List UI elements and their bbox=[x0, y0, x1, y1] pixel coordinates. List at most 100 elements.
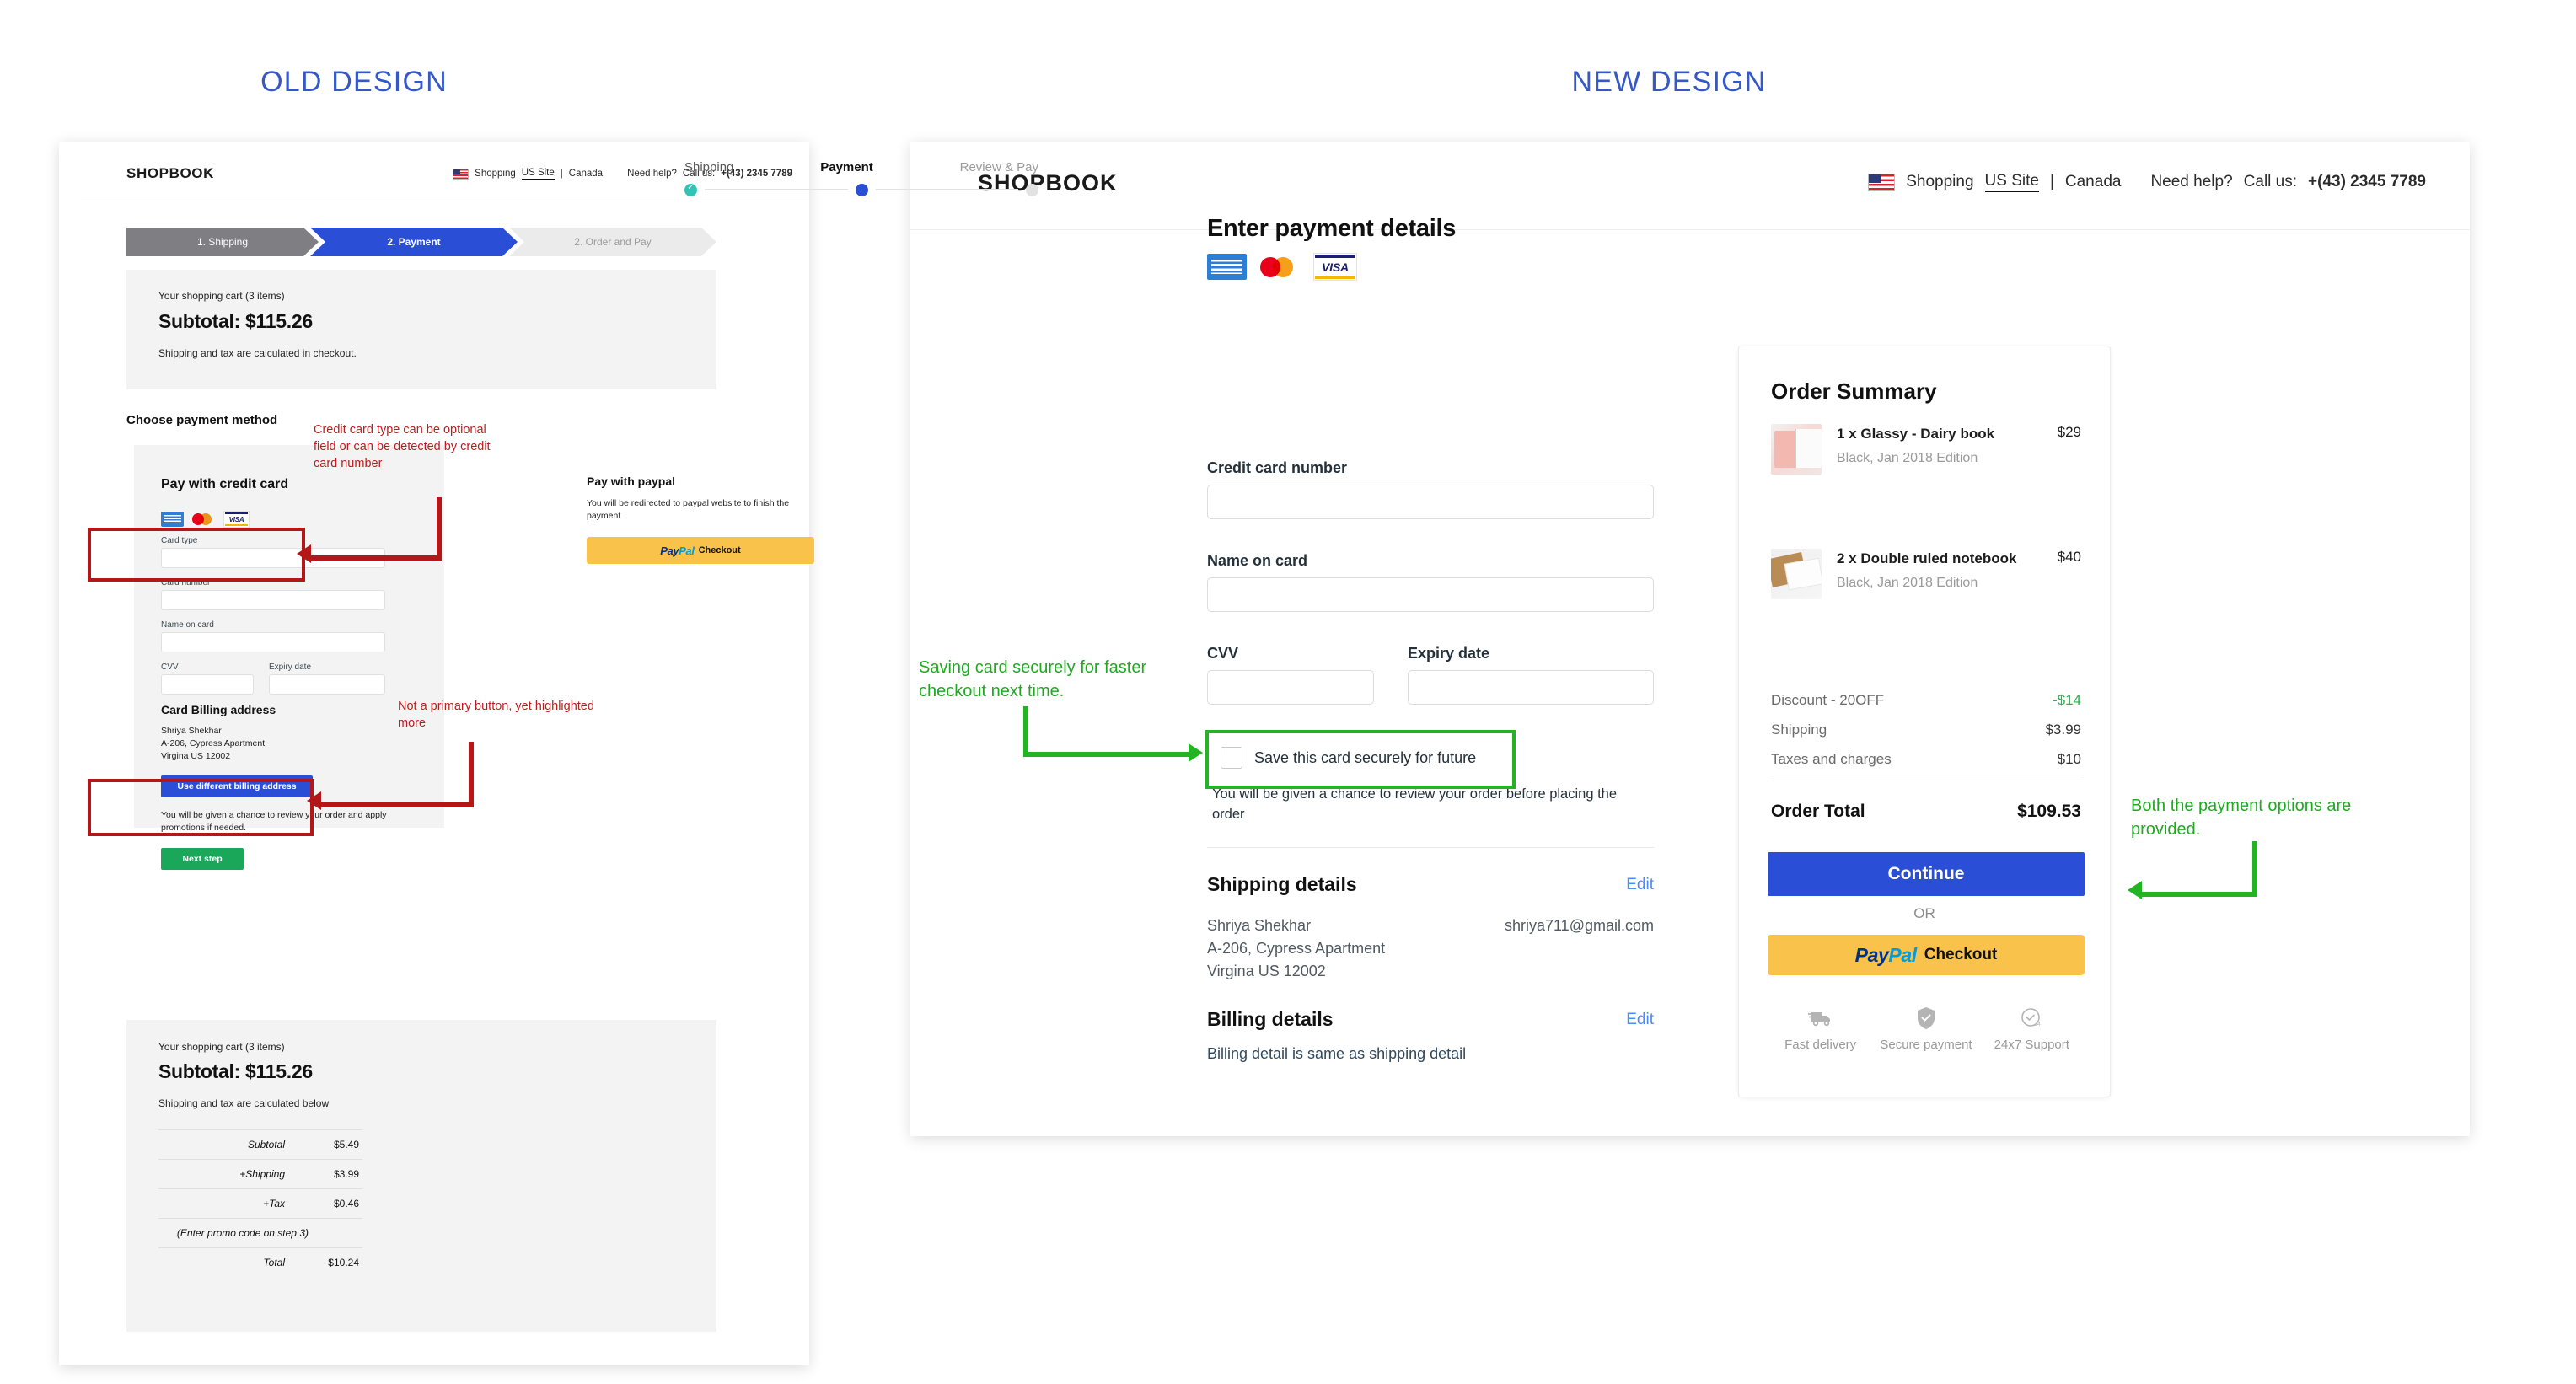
divider bbox=[1207, 847, 1654, 848]
row-value: $0.46 bbox=[333, 1198, 359, 1210]
canada-link[interactable]: Canada bbox=[2065, 173, 2122, 191]
input-cvv[interactable] bbox=[1207, 670, 1374, 705]
enter-payment-details-heading: Enter payment details bbox=[1207, 215, 1457, 242]
visa-icon: VISA bbox=[1313, 253, 1357, 281]
row-value: $10.24 bbox=[328, 1257, 359, 1269]
new-browser-window: SHOPBOOK Shopping US Site | Canada Need … bbox=[910, 142, 2470, 1136]
accepted-cards: VISA bbox=[161, 511, 250, 528]
field-expiry-date: Expiry date bbox=[1408, 645, 1654, 705]
paypal-button-label: Checkout bbox=[1924, 946, 1998, 963]
input-name-on-card[interactable] bbox=[1207, 577, 1654, 612]
visa-icon: VISA bbox=[223, 511, 250, 528]
billing-address-line: A-206, Cypress Apartment bbox=[161, 738, 266, 748]
pay-with-paypal-heading: Pay with paypal bbox=[587, 475, 676, 488]
field-cvv: CVV bbox=[1207, 645, 1374, 705]
product-name: 1 x Glassy - Dairy book bbox=[1837, 426, 1995, 442]
list-item: 1 x Glassy - Dairy book Black, Jan 2018 … bbox=[1771, 424, 2081, 475]
table-row: +Shipping $3.99 bbox=[158, 1159, 362, 1188]
step-order-and-pay[interactable]: 2. Order and Pay bbox=[509, 228, 716, 256]
input-card-number[interactable] bbox=[161, 590, 385, 610]
input-credit-card-number[interactable] bbox=[1207, 485, 1654, 519]
summary-key: Shipping bbox=[1771, 722, 1827, 738]
card-billing-address-heading: Card Billing address bbox=[161, 703, 276, 716]
step-payment[interactable]: 2. Payment bbox=[310, 228, 518, 256]
step-dot-review[interactable] bbox=[1026, 183, 1038, 196]
paypal-checkout-button[interactable]: PayPal Checkout bbox=[1768, 935, 2085, 975]
field-name-on-card: Name on card bbox=[1207, 552, 1654, 612]
annotation-payment-options-text: Both the payment options are provided. bbox=[2131, 797, 2352, 839]
annotation-save-card-text: Saving card securely for faster checkout… bbox=[919, 658, 1147, 700]
shopping-label: Shopping bbox=[1906, 173, 1974, 190]
next-step-button[interactable]: Next step bbox=[161, 848, 244, 870]
summary-row: Discount - 20OFF -$14 bbox=[1771, 692, 2081, 709]
step-label-shipping[interactable]: Shipping bbox=[684, 160, 733, 174]
step-label-payment[interactable]: Payment bbox=[820, 160, 873, 174]
nav-divider: | bbox=[560, 169, 563, 179]
edit-billing-link[interactable]: Edit bbox=[1626, 1011, 1654, 1029]
shipping-address-line: Shriya Shekhar bbox=[1207, 917, 1312, 934]
old-page-body: SHOPBOOK Shopping US Site | Canada Need … bbox=[81, 142, 814, 1365]
input-expiry-date[interactable] bbox=[269, 674, 385, 695]
shopping-label: Shopping bbox=[475, 169, 516, 179]
step-dot-payment[interactable] bbox=[855, 183, 868, 196]
order-total-label: Order Total bbox=[1771, 802, 1865, 821]
paypal-button-label: Checkout bbox=[698, 545, 741, 555]
annotation-arrow-shaft bbox=[309, 555, 440, 561]
edit-shipping-link[interactable]: Edit bbox=[1626, 876, 1654, 894]
old-design-title: OLD DESIGN bbox=[260, 66, 448, 98]
summary-value: -$14 bbox=[2052, 692, 2081, 708]
step-dot-shipping[interactable] bbox=[684, 183, 697, 196]
paypal-checkout-button[interactable]: PayPal Checkout bbox=[587, 537, 814, 564]
need-help-link[interactable]: Need help? bbox=[627, 169, 677, 179]
badge-label: Fast delivery bbox=[1784, 1038, 1857, 1052]
canada-link[interactable]: Canada bbox=[569, 169, 603, 179]
product-variant: Black, Jan 2018 Edition bbox=[1837, 451, 1978, 465]
summary-value: $3.99 bbox=[2045, 722, 2081, 738]
phone-number[interactable]: +(43) 2345 7789 bbox=[2308, 173, 2426, 191]
paypal-logo-icon: PayPal bbox=[1854, 943, 1917, 966]
input-expiry-date[interactable] bbox=[1408, 670, 1654, 705]
label-expiry-date: Expiry date bbox=[269, 662, 312, 672]
step-connector bbox=[705, 189, 848, 190]
new-design-title: NEW DESIGN bbox=[1571, 66, 1767, 98]
input-cvv[interactable] bbox=[161, 674, 254, 695]
old-checkout-stepper: 1. Shipping 2. Payment 2. Order and Pay bbox=[126, 228, 716, 256]
row-value: $3.99 bbox=[333, 1168, 359, 1180]
annotation-arrow-shaft bbox=[319, 802, 472, 807]
cart-items-label: Your shopping cart (3 items) bbox=[158, 1041, 285, 1053]
us-site-link[interactable]: US Site bbox=[521, 168, 555, 180]
annotation-card-type-text: Credit card type can be optional field o… bbox=[314, 423, 491, 470]
shield-check-icon bbox=[1880, 1004, 1972, 1033]
amex-icon bbox=[161, 512, 184, 527]
need-help-link[interactable]: Need help? bbox=[2150, 173, 2232, 191]
continue-button[interactable]: Continue bbox=[1768, 852, 2085, 896]
us-site-link[interactable]: US Site bbox=[1984, 172, 2039, 192]
row-key: Subtotal bbox=[247, 1139, 285, 1151]
new-checkout-stepper: Shipping Payment Review & Pay bbox=[684, 160, 1038, 197]
shipping-details-title: Shipping details bbox=[1207, 873, 1357, 895]
old-browser-window: SHOPBOOK Shopping US Site | Canada Need … bbox=[59, 142, 814, 1365]
step-shipping[interactable]: 1. Shipping bbox=[126, 228, 319, 256]
label-cvv: CVV bbox=[1207, 645, 1239, 662]
product-info: 2 x Double ruled notebook Black, Jan 201… bbox=[1837, 549, 2042, 599]
shipping-address-line: Virgina US 12002 bbox=[1207, 963, 1326, 979]
new-review-note: You will be given a chance to review you… bbox=[1212, 786, 1618, 822]
call-us-label: Call us: bbox=[2243, 173, 2298, 190]
cart-items-label: Your shopping cart (3 items) bbox=[158, 290, 285, 302]
label-name-on-card: Name on card bbox=[1207, 552, 1308, 569]
billing-details-header: Billing details Edit bbox=[1207, 1008, 1654, 1031]
step-label-review-and-pay[interactable]: Review & Pay bbox=[960, 160, 1038, 174]
field-card-number: Card number bbox=[161, 578, 385, 610]
field-credit-card-number: Credit card number bbox=[1207, 459, 1654, 519]
old-credit-card-panel: Pay with credit card VISA Card type Card… bbox=[134, 445, 444, 870]
annotation-arrow-stem bbox=[2252, 841, 2257, 897]
annotation-arrow-shaft bbox=[2141, 892, 2257, 897]
row-value: $5.49 bbox=[333, 1139, 359, 1151]
badge-secure-payment: Secure payment bbox=[1880, 1004, 1972, 1054]
mastercard-icon bbox=[192, 512, 215, 527]
badge-label: Secure payment bbox=[1880, 1038, 1972, 1052]
product-info: 1 x Glassy - Dairy book Black, Jan 2018 … bbox=[1837, 424, 2042, 475]
new-page-body: SHOPBOOK Shopping US Site | Canada Need … bbox=[910, 142, 2470, 1136]
input-name-on-card[interactable] bbox=[161, 632, 385, 652]
row-key: +Shipping bbox=[239, 1168, 285, 1180]
